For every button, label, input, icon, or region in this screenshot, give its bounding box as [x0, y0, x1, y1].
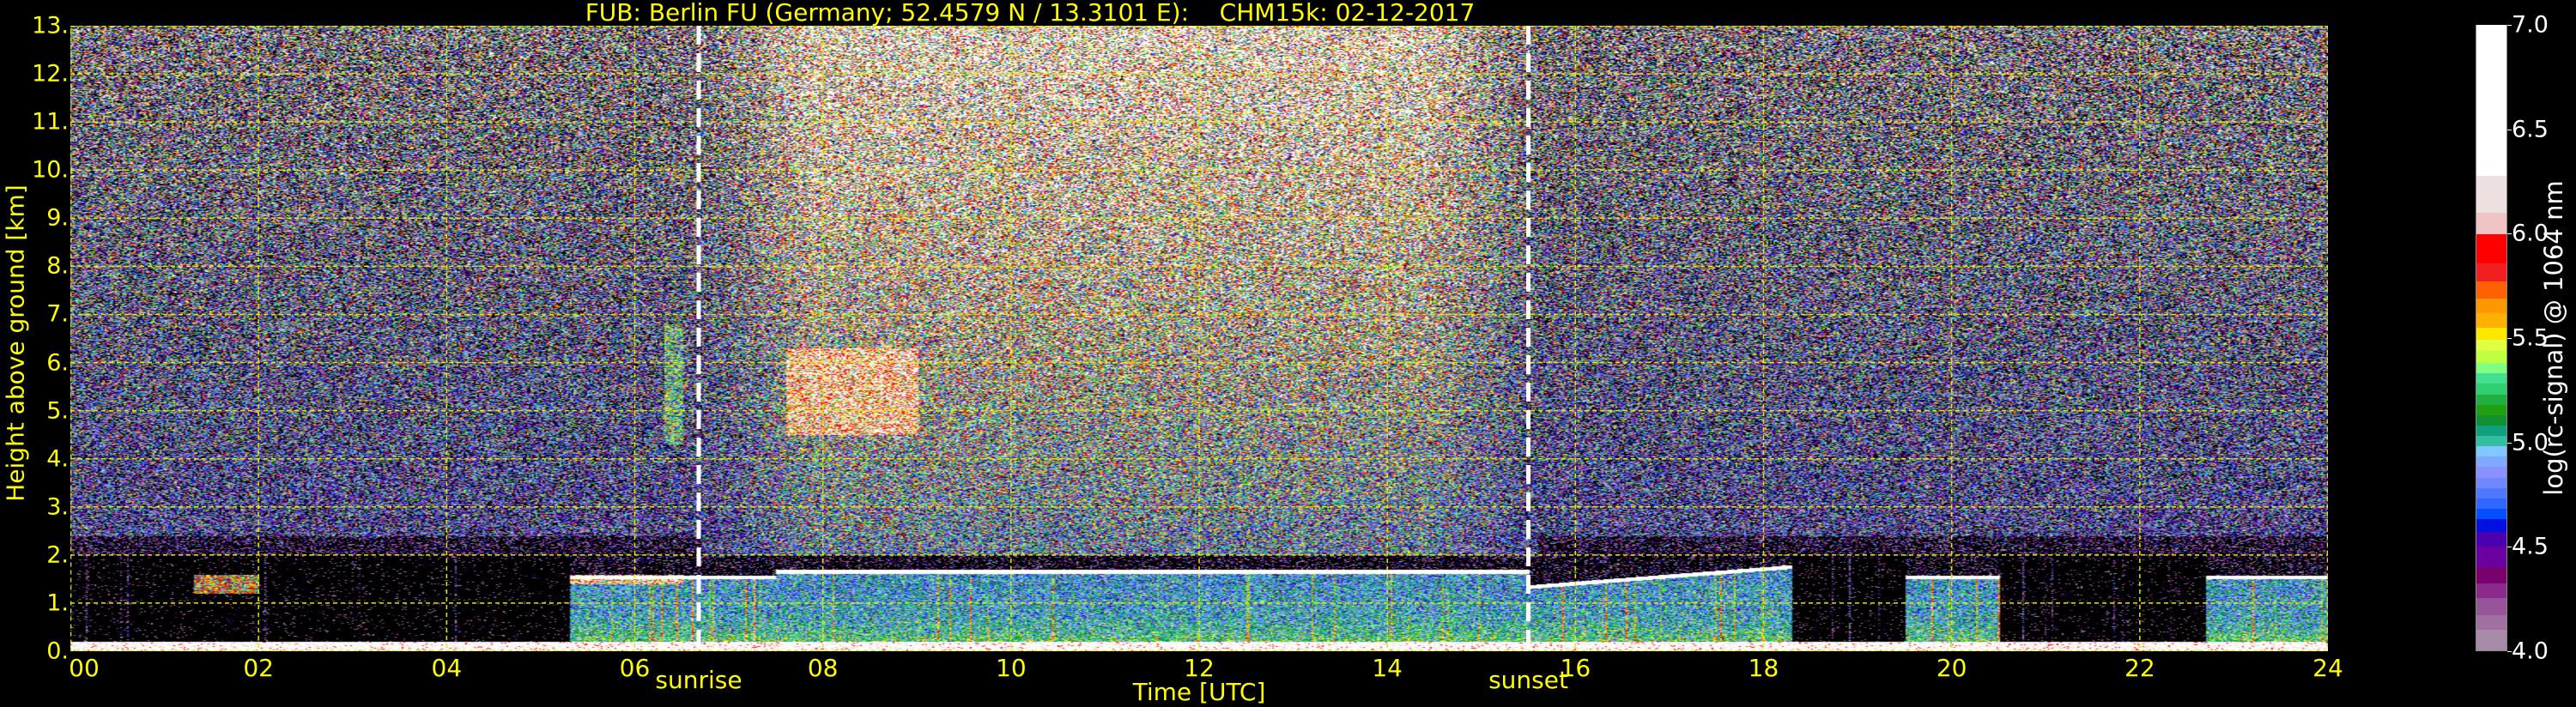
- colorbar-segment: [2476, 445, 2506, 457]
- colorbar-segment: [2476, 566, 2506, 584]
- sunset-label: sunset: [1488, 666, 1568, 694]
- colorbar-segment: [2476, 487, 2506, 499]
- colorbar-segment: [2476, 614, 2506, 630]
- colorbar-tick-label: 6.5: [2512, 116, 2549, 143]
- colorbar-segment: [2476, 383, 2506, 395]
- colorbar-segment: [2476, 466, 2506, 478]
- colorbar-segment: [2476, 530, 2506, 547]
- x-tick-label: 18: [1748, 654, 1779, 682]
- colorbar-segment: [2476, 212, 2506, 234]
- y-tick-label: 13.: [32, 12, 69, 39]
- colorbar-segment: [2476, 508, 2506, 520]
- colorbar-segment: [2476, 262, 2506, 282]
- colorbar-segment: [2476, 312, 2506, 328]
- colorbar-label: log(rc-signal) @ 1064 nm: [2539, 180, 2568, 496]
- colorbar-segment: [2476, 545, 2506, 567]
- colorbar: [2476, 25, 2507, 651]
- sunrise-label: sunrise: [655, 666, 742, 694]
- x-tick-label: 02: [243, 654, 274, 682]
- chart-title: FUB: Berlin FU (Germany; 52.4579 N / 13.…: [585, 0, 1476, 27]
- x-tick-label: 20: [1936, 654, 1967, 682]
- y-tick-label: 1.: [46, 589, 69, 617]
- colorbar-segment: [2476, 175, 2506, 214]
- colorbar-segment: [2476, 629, 2506, 650]
- colorbar-tick-label: 7.0: [2512, 11, 2549, 39]
- colorbar-segment: [2476, 281, 2506, 299]
- colorbar-segment: [2476, 362, 2506, 374]
- colorbar-segment: [2476, 456, 2506, 468]
- colorbar-segment: [2476, 518, 2506, 532]
- y-tick-label: 11.: [32, 108, 69, 136]
- x-tick-label: 14: [1372, 654, 1403, 682]
- colorbar-segment: [2476, 372, 2506, 384]
- colorbar-segment: [2476, 233, 2506, 263]
- colorbar-segment: [2476, 298, 2506, 313]
- y-tick-label: 0.: [46, 638, 69, 665]
- colorbar-segment: [2476, 393, 2506, 405]
- plot-area: [70, 26, 2328, 651]
- colorbar-segment: [2476, 339, 2506, 351]
- colorbar-segment: [2476, 425, 2506, 437]
- colorbar-segment: [2476, 476, 2506, 488]
- y-axis-label: Height above ground [km]: [1, 184, 30, 502]
- x-tick-label: 24: [2312, 654, 2343, 682]
- x-tick-label: 08: [807, 654, 839, 682]
- colorbar-segment: [2476, 597, 2506, 615]
- colorbar-segment: [2476, 349, 2506, 364]
- x-tick-label: 00: [69, 654, 100, 682]
- y-tick-label: 2.: [46, 541, 69, 569]
- y-tick-label: 10.: [32, 156, 69, 184]
- x-tick-label: 04: [431, 654, 463, 682]
- x-axis-label: Time [UTC]: [1132, 678, 1266, 706]
- colorbar-segment: [2476, 414, 2506, 426]
- colorbar-tick-label: 4.0: [2512, 638, 2549, 665]
- colorbar-segment: [2476, 403, 2506, 415]
- x-tick-label: 10: [996, 654, 1027, 682]
- x-tick-label: 22: [2124, 654, 2155, 682]
- colorbar-segment: [2476, 498, 2506, 509]
- colorbar-segment: [2476, 435, 2506, 447]
- x-tick-label: 06: [619, 654, 651, 682]
- y-tick-label: 12.: [32, 60, 69, 88]
- colorbar-segment: [2476, 327, 2506, 341]
- colorbar-segment: [2476, 25, 2506, 176]
- grid-overlay: [70, 26, 2328, 651]
- colorbar-segment: [2476, 583, 2506, 599]
- colorbar-tick-label: 4.5: [2512, 533, 2549, 560]
